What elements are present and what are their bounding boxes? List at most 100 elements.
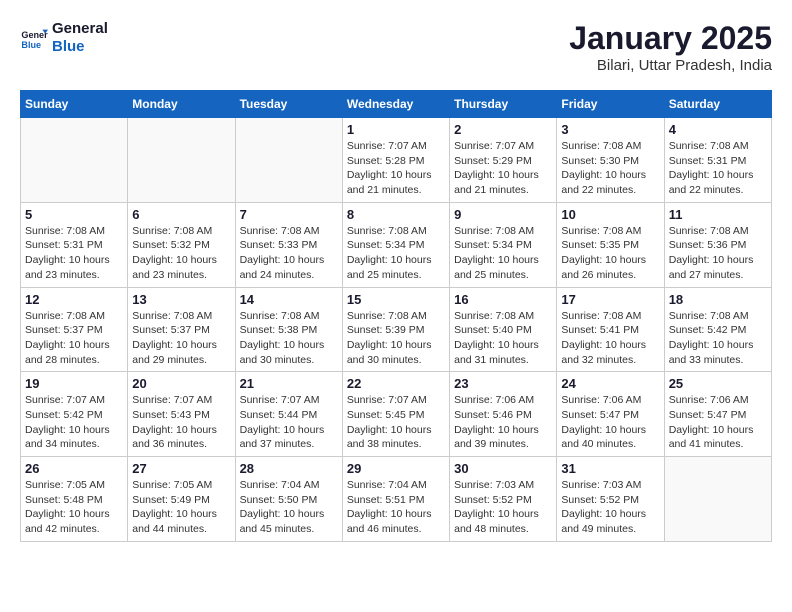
day-number: 11 [669,207,767,222]
calendar-cell [128,118,235,203]
weekday-header: Sunday [21,91,128,118]
day-number: 17 [561,292,659,307]
day-number: 20 [132,376,230,391]
calendar-cell: 25 Sunrise: 7:06 AMSunset: 5:47 PMDayligh… [664,372,771,457]
day-number: 14 [240,292,338,307]
logo: General Blue General Blue [20,20,108,56]
day-number: 4 [669,122,767,137]
calendar-table: SundayMondayTuesdayWednesdayThursdayFrid… [20,90,772,542]
day-info: Sunrise: 7:06 AMSunset: 5:46 PMDaylight:… [454,393,552,452]
calendar-cell: 30 Sunrise: 7:03 AMSunset: 5:52 PMDayligh… [450,457,557,542]
calendar-title: January 2025 [569,20,772,57]
calendar-cell: 5Sunrise: 7:08 AMSunset: 5:31 PMDaylight… [21,202,128,287]
day-info: Sunrise: 7:04 AMSunset: 5:51 PMDaylight:… [347,478,445,537]
day-info: Sunrise: 7:08 AMSunset: 5:36 PMDaylight:… [669,224,767,283]
logo-general: General [52,20,108,38]
day-info: Sunrise: 7:07 AMSunset: 5:44 PMDaylight:… [240,393,338,452]
day-info: Sunrise: 7:08 AMSunset: 5:34 PMDaylight:… [347,224,445,283]
day-info: Sunrise: 7:08 AMSunset: 5:37 PMDaylight:… [132,309,230,368]
day-info: Sunrise: 7:07 AMSunset: 5:28 PMDaylight:… [347,139,445,198]
day-number: 18 [669,292,767,307]
day-info: Sunrise: 7:08 AMSunset: 5:33 PMDaylight:… [240,224,338,283]
logo-blue: Blue [52,38,108,56]
page-header: General Blue General Blue January 2025 B… [20,20,772,74]
day-info: Sunrise: 7:07 AMSunset: 5:29 PMDaylight:… [454,139,552,198]
weekday-header: Friday [557,91,664,118]
day-number: 26 [25,461,123,476]
day-number: 16 [454,292,552,307]
day-info: Sunrise: 7:08 AMSunset: 5:30 PMDaylight:… [561,139,659,198]
calendar-cell: 24Sunrise: 7:06 AMSunset: 5:47 PMDayligh… [557,372,664,457]
calendar-cell: 10 Sunrise: 7:08 AMSunset: 5:35 PMDayligh… [557,202,664,287]
day-info: Sunrise: 7:08 AMSunset: 5:37 PMDaylight:… [25,309,123,368]
day-info: Sunrise: 7:08 AMSunset: 5:41 PMDaylight:… [561,309,659,368]
day-info: Sunrise: 7:08 AMSunset: 5:38 PMDaylight:… [240,309,338,368]
day-info: Sunrise: 7:08 AMSunset: 5:39 PMDaylight:… [347,309,445,368]
calendar-week-row: 5Sunrise: 7:08 AMSunset: 5:31 PMDaylight… [21,202,772,287]
day-info: Sunrise: 7:08 AMSunset: 5:31 PMDaylight:… [669,139,767,198]
calendar-week-row: 19Sunrise: 7:07 AMSunset: 5:42 PMDayligh… [21,372,772,457]
calendar-cell: 19Sunrise: 7:07 AMSunset: 5:42 PMDayligh… [21,372,128,457]
calendar-cell: 31 Sunrise: 7:03 AMSunset: 5:52 PMDayligh… [557,457,664,542]
day-number: 6 [132,207,230,222]
day-info: Sunrise: 7:08 AMSunset: 5:40 PMDaylight:… [454,309,552,368]
title-block: January 2025 Bilari, Uttar Pradesh, Indi… [569,20,772,74]
day-number: 12 [25,292,123,307]
calendar-week-row: 26 Sunrise: 7:05 AMSunset: 5:48 PMDayligh… [21,457,772,542]
calendar-cell: 28Sunrise: 7:04 AMSunset: 5:50 PMDayligh… [235,457,342,542]
day-number: 27 [132,461,230,476]
calendar-cell: 7Sunrise: 7:08 AMSunset: 5:33 PMDaylight… [235,202,342,287]
calendar-cell: 12 Sunrise: 7:08 AMSunset: 5:37 PMDayligh… [21,287,128,372]
day-info: Sunrise: 7:05 AMSunset: 5:48 PMDaylight:… [25,478,123,537]
day-info: Sunrise: 7:04 AMSunset: 5:50 PMDaylight:… [240,478,338,537]
day-number: 1 [347,122,445,137]
day-info: Sunrise: 7:07 AMSunset: 5:45 PMDaylight:… [347,393,445,452]
calendar-cell: 29 Sunrise: 7:04 AMSunset: 5:51 PMDayligh… [342,457,449,542]
calendar-cell: 26 Sunrise: 7:05 AMSunset: 5:48 PMDayligh… [21,457,128,542]
calendar-week-row: 12 Sunrise: 7:08 AMSunset: 5:37 PMDayligh… [21,287,772,372]
day-number: 2 [454,122,552,137]
day-number: 8 [347,207,445,222]
day-number: 30 [454,461,552,476]
calendar-cell [664,457,771,542]
day-info: Sunrise: 7:08 AMSunset: 5:35 PMDaylight:… [561,224,659,283]
calendar-cell: 2 Sunrise: 7:07 AMSunset: 5:29 PMDaylight… [450,118,557,203]
day-number: 10 [561,207,659,222]
calendar-cell: 21 Sunrise: 7:07 AMSunset: 5:44 PMDayligh… [235,372,342,457]
day-info: Sunrise: 7:03 AMSunset: 5:52 PMDaylight:… [454,478,552,537]
day-info: Sunrise: 7:08 AMSunset: 5:34 PMDaylight:… [454,224,552,283]
calendar-cell [235,118,342,203]
calendar-cell: 11 Sunrise: 7:08 AMSunset: 5:36 PMDayligh… [664,202,771,287]
day-number: 23 [454,376,552,391]
calendar-cell: 27Sunrise: 7:05 AMSunset: 5:49 PMDayligh… [128,457,235,542]
day-info: Sunrise: 7:07 AMSunset: 5:43 PMDaylight:… [132,393,230,452]
calendar-cell: 6Sunrise: 7:08 AMSunset: 5:32 PMDaylight… [128,202,235,287]
day-number: 5 [25,207,123,222]
logo-icon: General Blue [20,24,48,52]
day-info: Sunrise: 7:08 AMSunset: 5:42 PMDaylight:… [669,309,767,368]
weekday-header: Monday [128,91,235,118]
day-info: Sunrise: 7:03 AMSunset: 5:52 PMDaylight:… [561,478,659,537]
day-number: 9 [454,207,552,222]
day-number: 19 [25,376,123,391]
day-number: 31 [561,461,659,476]
svg-text:Blue: Blue [21,40,41,50]
day-number: 25 [669,376,767,391]
weekday-header: Tuesday [235,91,342,118]
day-number: 3 [561,122,659,137]
weekday-header-row: SundayMondayTuesdayWednesdayThursdayFrid… [21,91,772,118]
day-number: 29 [347,461,445,476]
calendar-cell [21,118,128,203]
calendar-cell: 15 Sunrise: 7:08 AMSunset: 5:39 PMDayligh… [342,287,449,372]
day-number: 21 [240,376,338,391]
weekday-header: Thursday [450,91,557,118]
day-number: 15 [347,292,445,307]
calendar-cell: 17 Sunrise: 7:08 AMSunset: 5:41 PMDayligh… [557,287,664,372]
calendar-week-row: 1 Sunrise: 7:07 AMSunset: 5:28 PMDaylight… [21,118,772,203]
weekday-header: Saturday [664,91,771,118]
calendar-cell: 18 Sunrise: 7:08 AMSunset: 5:42 PMDayligh… [664,287,771,372]
calendar-cell: 9 Sunrise: 7:08 AMSunset: 5:34 PMDaylight… [450,202,557,287]
day-info: Sunrise: 7:06 AMSunset: 5:47 PMDaylight:… [669,393,767,452]
calendar-cell: 23 Sunrise: 7:06 AMSunset: 5:46 PMDayligh… [450,372,557,457]
weekday-header: Wednesday [342,91,449,118]
